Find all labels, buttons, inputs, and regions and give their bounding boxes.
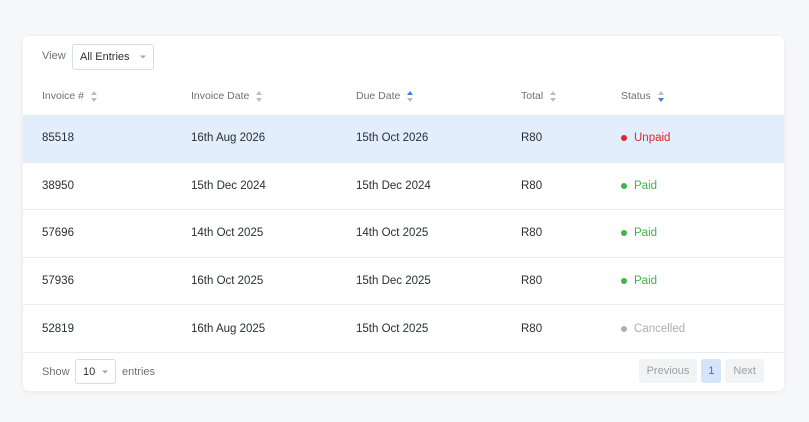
previous-page-button[interactable]: Previous [638, 359, 698, 383]
status-dot-icon [621, 135, 627, 142]
page-length-value: 10 [83, 365, 96, 378]
page-button-current[interactable]: 1 [701, 359, 722, 383]
invoice-date: 14th Oct 2025 [191, 227, 264, 240]
column-label: Total [521, 90, 544, 102]
table-body: 85518 16th Aug 2026 15th Oct 2026 R80 Un… [23, 115, 784, 353]
invoice-number: 85518 [42, 132, 74, 145]
table-row[interactable]: 85518 16th Aug 2026 15th Oct 2026 R80 Un… [23, 115, 784, 163]
next-page-button[interactable]: Next [725, 359, 764, 383]
status-text: Paid [634, 179, 658, 192]
pagination: Previous 1 Next [638, 359, 764, 383]
invoice-number: 52819 [42, 322, 74, 335]
sort-icon [91, 90, 98, 102]
column-label: Status [621, 90, 651, 102]
show-label: Show [42, 366, 70, 378]
due-date: 15th Oct 2025 [356, 322, 429, 335]
table-header: Invoice # Invoice Date Due Date Total St… [23, 80, 784, 115]
column-header-status[interactable]: Status [621, 90, 665, 102]
invoice-total: R80 [521, 179, 543, 192]
table-footer: Show 10 entries Previous 1 Next [23, 359, 784, 385]
sort-ascending-icon [407, 90, 414, 102]
status-text: Paid [634, 275, 658, 288]
invoice-date: 16th Aug 2025 [191, 322, 266, 335]
column-header-total[interactable]: Total [521, 90, 557, 102]
table-row[interactable]: 38950 15th Dec 2024 15th Dec 2024 R80 Pa… [23, 163, 784, 211]
invoice-date: 15th Dec 2024 [191, 179, 266, 192]
view-label: View [42, 50, 66, 62]
status-dot-icon [621, 230, 627, 237]
status-badge: Cancelled [621, 323, 685, 335]
invoice-number: 57696 [42, 227, 74, 240]
invoice-date: 16th Oct 2025 [191, 275, 264, 288]
invoice-total: R80 [521, 322, 543, 335]
status-dot-icon [621, 278, 627, 285]
status-badge: Unpaid [621, 132, 670, 144]
invoice-date: 16th Aug 2026 [191, 132, 266, 145]
invoices-card: View All Entries Invoice # Invoice Date … [23, 36, 784, 391]
invoice-total: R80 [521, 132, 543, 145]
sort-icon [256, 90, 263, 102]
status-text: Unpaid [634, 132, 671, 145]
table-row[interactable]: 52819 16th Aug 2025 15th Oct 2025 R80 Ca… [23, 305, 784, 353]
invoice-number: 57936 [42, 275, 74, 288]
status-dot-icon [621, 182, 627, 189]
column-label: Invoice Date [191, 90, 250, 102]
chevron-down-icon [102, 370, 108, 373]
column-header-due-date[interactable]: Due Date [356, 90, 414, 102]
invoice-total: R80 [521, 275, 543, 288]
table-row[interactable]: 57696 14th Oct 2025 14th Oct 2025 R80 Pa… [23, 210, 784, 258]
column-label: Due Date [356, 90, 401, 102]
sort-icon [550, 90, 557, 102]
due-date: 15th Dec 2025 [356, 275, 431, 288]
sort-descending-icon [657, 90, 665, 102]
status-text: Paid [634, 227, 658, 240]
status-badge: Paid [621, 227, 657, 239]
invoice-total: R80 [521, 227, 543, 240]
view-filter-value: All Entries [80, 51, 130, 63]
column-label: Invoice # [42, 90, 85, 102]
entries-label: entries [122, 366, 156, 378]
column-header-invoice-date[interactable]: Invoice Date [191, 90, 263, 102]
view-filter-select[interactable]: All Entries [72, 44, 154, 70]
due-date: 15th Oct 2026 [356, 132, 429, 145]
due-date: 15th Dec 2024 [356, 179, 431, 192]
invoice-number: 38950 [42, 179, 74, 192]
due-date: 14th Oct 2025 [356, 227, 429, 240]
column-header-invoice[interactable]: Invoice # [42, 90, 98, 102]
table-row[interactable]: 57936 16th Oct 2025 15th Dec 2025 R80 Pa… [23, 258, 784, 306]
chevron-down-icon [140, 55, 146, 59]
page-length-select[interactable]: 10 [75, 359, 116, 384]
table-toolbar: View All Entries [23, 44, 784, 70]
status-badge: Paid [621, 180, 657, 192]
status-badge: Paid [621, 275, 657, 287]
status-dot-icon [621, 325, 627, 332]
status-text: Cancelled [634, 322, 686, 335]
